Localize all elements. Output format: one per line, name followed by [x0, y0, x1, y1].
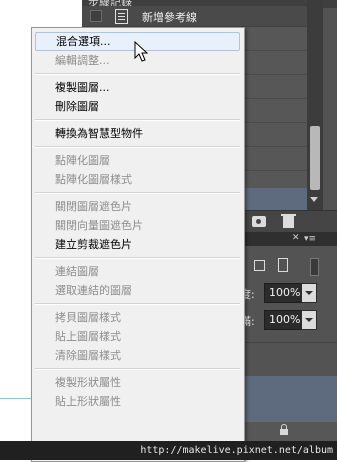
history-item-label: 新增參考線 — [142, 11, 197, 24]
menu-item: 拷貝圖層樣式 — [55, 311, 121, 324]
new-document-icon[interactable] — [278, 258, 288, 272]
close-icon[interactable]: ✕ — [292, 233, 300, 243]
menu-item: 關閉圖層遮色片 — [55, 200, 132, 213]
panel-menu-icon[interactable]: ▾≡ — [304, 235, 316, 244]
menu-item[interactable]: 刪除圖層 — [35, 97, 240, 116]
watermark-url: http://makelive.pixnet.net/album — [0, 441, 337, 460]
menu-separator — [35, 73, 240, 75]
menu-item: 連結圖層 — [55, 265, 99, 278]
menu-item: 貼上形狀屬性 — [55, 395, 121, 408]
menu-separator — [35, 368, 240, 370]
transform-icon[interactable] — [254, 260, 265, 271]
history-scrollbar-thumb[interactable] — [310, 126, 320, 190]
history-scrollbar[interactable] — [307, 0, 323, 210]
menu-separator — [35, 303, 240, 305]
menu-item: 選取連結的圖層 — [55, 284, 132, 297]
mouse-cursor-icon — [134, 41, 148, 62]
menu-separator — [35, 192, 240, 194]
menu-separator — [35, 257, 240, 259]
mini-scrollbar[interactable] — [310, 258, 319, 276]
menu-item: 點陣化圖層樣式 — [55, 173, 132, 186]
fill-input[interactable]: 100% — [264, 310, 304, 330]
menu-item: 貼上圖層樣式 — [55, 330, 121, 343]
layer-context-menu: 混合選項... 編輯調整... 複製圖層... 刪除圖層 轉換為智慧型物件 點陣化圖層 點陣… — [31, 27, 245, 462]
menu-item[interactable]: 建立剪裁遮色片 — [35, 235, 240, 254]
menu-separator — [35, 119, 240, 121]
opacity-input[interactable]: 100% — [264, 283, 304, 303]
camera-icon[interactable] — [252, 216, 266, 227]
history-item[interactable]: 新增參考線 — [82, 6, 307, 27]
menu-item[interactable]: 轉換為智慧型物件 — [35, 124, 240, 143]
opacity-dropdown-button[interactable] — [301, 283, 317, 303]
scroll-down-arrow-icon[interactable] — [310, 197, 318, 202]
lock-icon — [280, 424, 288, 435]
menu-item: 複製形狀屬性 — [55, 376, 121, 389]
menu-item: 點陣化圖層 — [55, 154, 110, 167]
menu-item: 清除圖層樣式 — [55, 349, 121, 362]
menu-item[interactable]: 複製圖層... — [35, 78, 240, 97]
menu-separator — [35, 146, 240, 148]
document-icon — [115, 9, 128, 24]
trash-icon[interactable] — [281, 214, 296, 228]
history-state-checkbox[interactable] — [90, 10, 102, 22]
fill-dropdown-button[interactable] — [301, 310, 317, 330]
menu-item: 關閉向量圖遮色片 — [55, 219, 143, 232]
